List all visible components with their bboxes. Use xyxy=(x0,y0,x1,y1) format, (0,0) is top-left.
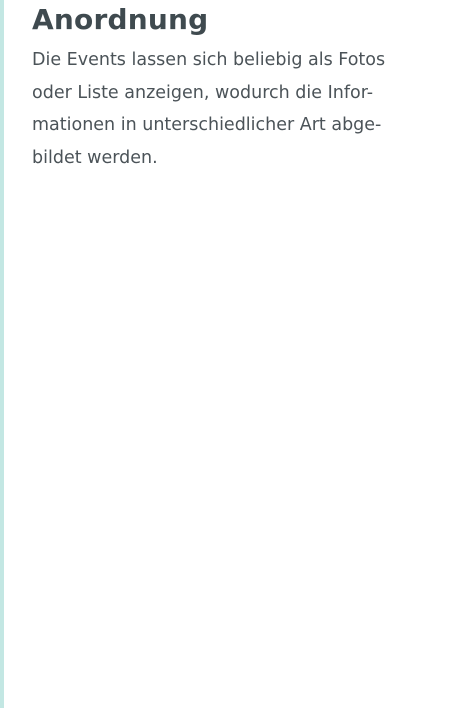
description-line: Die Events lassen sich beliebig als Foto… xyxy=(32,50,386,70)
accent-line xyxy=(0,0,4,708)
section-description: Die Events lassen sich beliebig als Foto… xyxy=(32,44,456,174)
description-line: oder Liste anzeigen, wodurch die Infor- xyxy=(32,82,374,103)
description-line: bildet werden. xyxy=(32,147,158,168)
section-title: Anordnung xyxy=(32,3,209,36)
page: Anordnung Die Events lassen sich beliebi… xyxy=(0,0,458,708)
description-line: mationen in unterschiedlicher Art abge- xyxy=(32,115,382,135)
